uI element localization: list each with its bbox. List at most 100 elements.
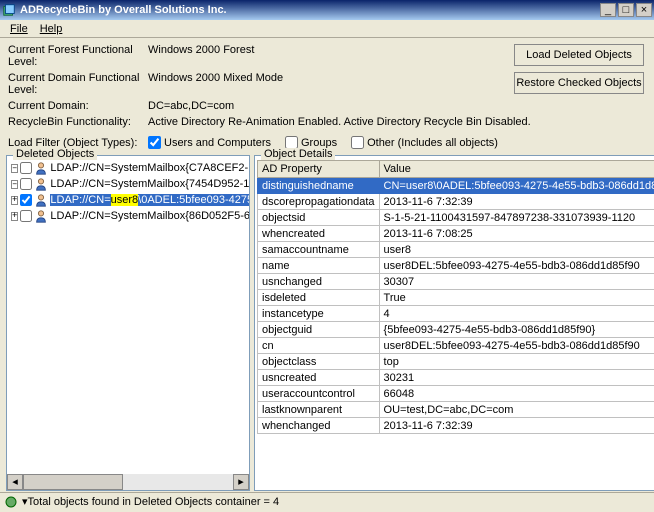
grid-cell-prop: dscorepropagationdata — [258, 194, 380, 210]
grid-cell-val: user8DEL:5bfee093-4275-4e55-bdb3-086dd1d… — [379, 258, 654, 274]
grid-cell-val: CN=user8\0ADEL:5bfee093-4275-4e55-bdb3-0… — [379, 178, 654, 194]
grid-cell-prop: cn — [258, 338, 380, 354]
grid-row[interactable]: objectsidS-1-5-21-1100431597-847897238-3… — [258, 210, 654, 226]
grid-cell-val: {5bfee093-4275-4e55-bdb3-086dd1d85f90} — [379, 322, 654, 338]
grid-cell-prop: objectclass — [258, 354, 380, 370]
grid-cell-val: user8 — [379, 242, 654, 258]
grid-cell-prop: samaccountname — [258, 242, 380, 258]
deleted-objects-panel: Deleted Objects –LDAP://CN=SystemMailbox… — [6, 155, 250, 491]
tree-scrollbar-horizontal[interactable]: ◂ ▸ — [7, 474, 249, 490]
filter-other[interactable]: Other (Includes all objects) — [351, 136, 498, 149]
close-button[interactable]: × — [636, 3, 652, 17]
user-icon — [34, 161, 48, 175]
grid-row[interactable]: lastknownparentOU=test,DC=abc,DC=com — [258, 402, 654, 418]
grid-cell-val: 2013-11-6 7:32:39 — [379, 418, 654, 434]
status-bar: ▾ Total objects found in Deleted Objects… — [0, 492, 654, 510]
grid-row[interactable]: isdeletedTrue — [258, 290, 654, 306]
grid-cell-val: user8DEL:5bfee093-4275-4e55-bdb3-086dd1d… — [379, 338, 654, 354]
grid-cell-val: 66048 — [379, 386, 654, 402]
grid-cell-val: 2013-11-6 7:08:25 — [379, 226, 654, 242]
tree-toggle-icon[interactable]: – — [11, 164, 18, 173]
details-grid[interactable]: AD Property Value distinguishednameCN=us… — [255, 156, 654, 466]
domainlvl-label: Current Domain Functional Level: — [8, 72, 148, 96]
grid-row[interactable]: objectclasstop — [258, 354, 654, 370]
minimize-button[interactable]: _ — [600, 3, 616, 17]
filter-other-checkbox[interactable] — [351, 136, 364, 149]
grid-cell-val: True — [379, 290, 654, 306]
domain-label: Current Domain: — [8, 100, 148, 112]
grid-cell-val: OU=test,DC=abc,DC=com — [379, 402, 654, 418]
grid-row[interactable]: cnuser8DEL:5bfee093-4275-4e55-bdb3-086dd… — [258, 338, 654, 354]
maximize-button[interactable]: □ — [618, 3, 634, 17]
menu-bar: File Help — [0, 20, 654, 38]
user-icon — [34, 209, 48, 223]
grid-cell-prop: whenchanged — [258, 418, 380, 434]
grid-row[interactable]: samaccountnameuser8 — [258, 242, 654, 258]
app-icon — [2, 3, 16, 17]
grid-cell-prop: useraccountcontrol — [258, 386, 380, 402]
object-details-panel: Object Details AD Property Value disting… — [254, 155, 654, 491]
tree-item[interactable]: –LDAP://CN=SystemMailbox{C7A8CEF2-FFE7-4… — [11, 160, 249, 176]
grid-cell-prop: isdeleted — [258, 290, 380, 306]
grid-row[interactable]: instancetype4 — [258, 306, 654, 322]
tree-item[interactable]: +LDAP://CN=user8\0ADEL:5bfee093-4275-4e5… — [11, 192, 249, 208]
grid-row[interactable]: usncreated30231 — [258, 370, 654, 386]
deleted-objects-title: Deleted Objects — [13, 148, 97, 160]
grid-cell-val: top — [379, 354, 654, 370]
grid-row[interactable]: distinguishednameCN=user8\0ADEL:5bfee093… — [258, 178, 654, 194]
filter-users[interactable]: Users and Computers — [148, 136, 271, 149]
grid-cell-prop: usnchanged — [258, 274, 380, 290]
restore-checked-button[interactable]: Restore Checked Objects — [514, 72, 644, 94]
grid-cell-prop: objectguid — [258, 322, 380, 338]
rbfunc-label: RecycleBin Functionality: — [8, 116, 148, 128]
grid-row[interactable]: usnchanged30307 — [258, 274, 654, 290]
forest-label: Current Forest Functional Level: — [8, 44, 148, 68]
object-details-title: Object Details — [261, 148, 335, 160]
scroll-thumb[interactable] — [23, 474, 123, 490]
grid-row[interactable]: nameuser8DEL:5bfee093-4275-4e55-bdb3-086… — [258, 258, 654, 274]
grid-cell-prop: usncreated — [258, 370, 380, 386]
grid-row[interactable]: useraccountcontrol66048 — [258, 386, 654, 402]
filter-label: Load Filter (Object Types): — [8, 137, 148, 149]
grid-cell-val: 4 — [379, 306, 654, 322]
grid-cell-prop: name — [258, 258, 380, 274]
grid-cell-val: S-1-5-21-1100431597-847897238-331073939-… — [379, 210, 654, 226]
filter-users-checkbox[interactable] — [148, 136, 161, 149]
deleted-objects-tree[interactable]: –LDAP://CN=SystemMailbox{C7A8CEF2-FFE7-4… — [7, 156, 249, 466]
grid-cell-prop: objectsid — [258, 210, 380, 226]
tree-toggle-icon[interactable]: + — [11, 196, 18, 205]
grid-cell-prop: lastknownparent — [258, 402, 380, 418]
tree-toggle-icon[interactable]: + — [11, 212, 18, 221]
grid-cell-val: 30231 — [379, 370, 654, 386]
scroll-left-button[interactable]: ◂ — [7, 474, 23, 490]
tree-toggle-icon[interactable]: – — [11, 180, 18, 189]
tree-item[interactable]: –LDAP://CN=SystemMailbox{7454D952-1AFB-4… — [11, 176, 249, 192]
grid-row[interactable]: dscorepropagationdata2013-11-6 7:32:39 — [258, 194, 654, 210]
scroll-right-button[interactable]: ▸ — [233, 474, 249, 490]
menu-help[interactable]: Help — [34, 22, 69, 36]
title-bar: ADRecycleBin by Overall Solutions Inc. _… — [0, 0, 654, 20]
tree-item[interactable]: +LDAP://CN=SystemMailbox{86D052F5-62C5-4… — [11, 208, 249, 224]
domain-value: DC=abc,DC=com — [148, 100, 646, 112]
tree-item-checkbox[interactable] — [20, 194, 32, 206]
col-value[interactable]: Value — [379, 161, 654, 178]
status-icon — [4, 495, 18, 509]
grid-cell-prop: distinguishedname — [258, 178, 380, 194]
grid-cell-val: 30307 — [379, 274, 654, 290]
grid-row[interactable]: whenchanged2013-11-6 7:32:39 — [258, 418, 654, 434]
grid-cell-prop: instancetype — [258, 306, 380, 322]
user-icon — [34, 193, 48, 207]
grid-cell-val: 2013-11-6 7:32:39 — [379, 194, 654, 210]
load-deleted-button[interactable]: Load Deleted Objects — [514, 44, 644, 66]
menu-file[interactable]: File — [4, 22, 34, 36]
tree-item-checkbox[interactable] — [20, 178, 32, 190]
grid-cell-prop: whencreated — [258, 226, 380, 242]
info-panel: Load Deleted Objects Restore Checked Obj… — [0, 38, 654, 134]
tree-item-checkbox[interactable] — [20, 210, 32, 222]
tree-item-checkbox[interactable] — [20, 162, 32, 174]
grid-row[interactable]: objectguid{5bfee093-4275-4e55-bdb3-086dd… — [258, 322, 654, 338]
col-property[interactable]: AD Property — [258, 161, 380, 178]
grid-row[interactable]: whencreated2013-11-6 7:08:25 — [258, 226, 654, 242]
window-title: ADRecycleBin by Overall Solutions Inc. — [20, 4, 598, 16]
user-icon — [34, 177, 48, 191]
